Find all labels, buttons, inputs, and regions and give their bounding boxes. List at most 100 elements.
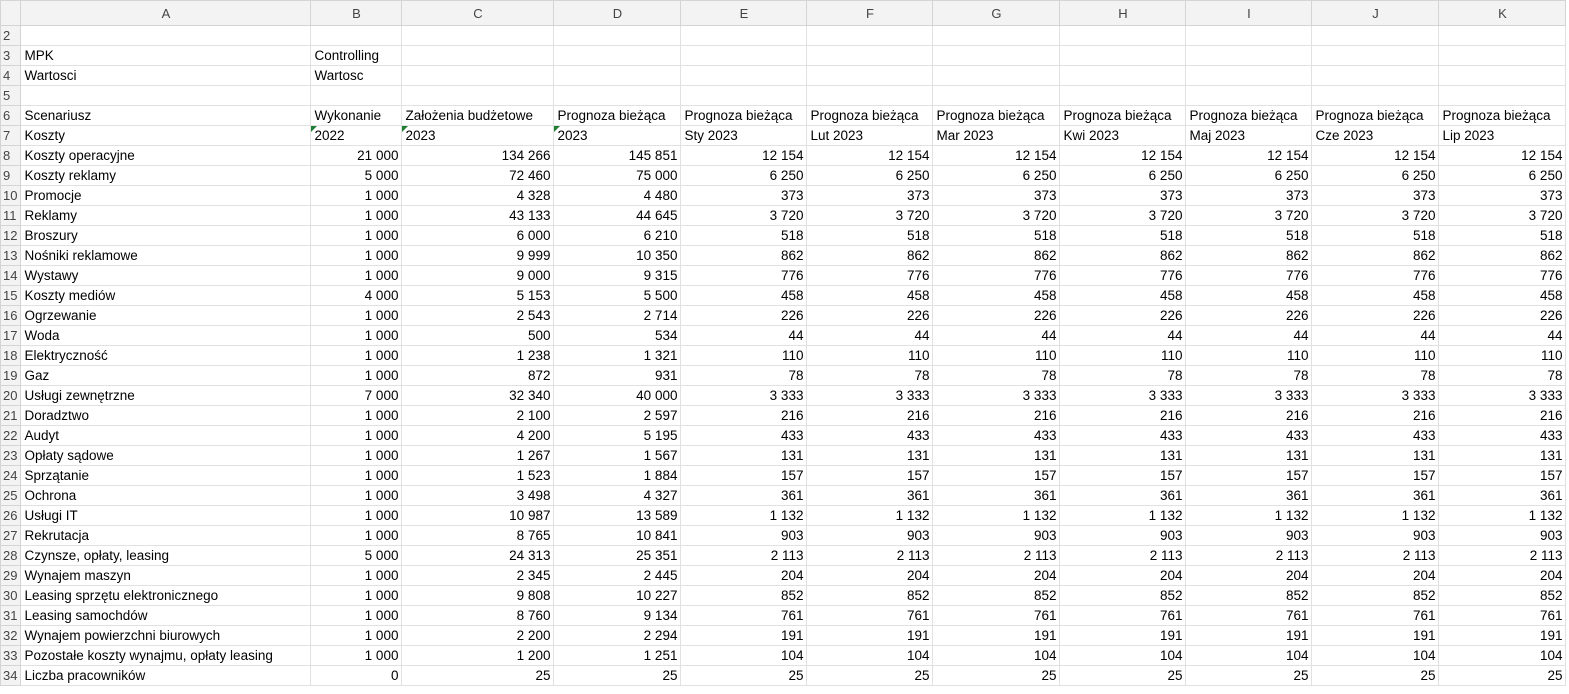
cell-a31[interactable]: Leasing samochdów (20, 605, 312, 626)
cell-j28[interactable]: 2 113 (1311, 545, 1440, 566)
cell-a10[interactable]: Promocje (20, 185, 312, 206)
row-header[interactable]: 3 (0, 45, 22, 66)
cell-d28[interactable]: 25 351 (553, 545, 682, 566)
cell-c23[interactable]: 1 267 (401, 445, 555, 466)
row-header[interactable]: 15 (0, 285, 22, 306)
cell-i29[interactable]: 204 (1185, 565, 1313, 586)
cell-g13[interactable]: 862 (932, 245, 1061, 266)
cell-j8[interactable]: 12 154 (1311, 145, 1440, 166)
cell-f32[interactable]: 191 (806, 625, 934, 646)
cell-d11[interactable]: 44 645 (553, 205, 682, 226)
cell-k6[interactable]: Prognoza bieżąca (1438, 105, 1567, 126)
cell-b7[interactable]: 2022 (310, 125, 403, 146)
cell-c7[interactable]: 2023 (401, 125, 555, 146)
cell-d31[interactable]: 9 134 (553, 605, 682, 626)
cell-h25[interactable]: 361 (1059, 485, 1187, 506)
cell-b32[interactable]: 1 000 (310, 625, 403, 646)
cell-a15[interactable]: Koszty mediów (20, 285, 312, 306)
cell-b14[interactable]: 1 000 (310, 265, 403, 286)
cell-e2[interactable] (680, 25, 808, 46)
row-header[interactable]: 18 (0, 345, 22, 366)
cell-h9[interactable]: 6 250 (1059, 165, 1187, 186)
cell-f17[interactable]: 44 (806, 325, 934, 346)
cell-g6[interactable]: Prognoza bieżąca (932, 105, 1061, 126)
cell-h20[interactable]: 3 333 (1059, 385, 1187, 406)
cell-e15[interactable]: 458 (680, 285, 808, 306)
cell-a3[interactable]: MPK (20, 45, 312, 66)
row-header[interactable]: 20 (0, 385, 22, 406)
cell-d22[interactable]: 5 195 (553, 425, 682, 446)
cell-g17[interactable]: 44 (932, 325, 1061, 346)
cell-k20[interactable]: 3 333 (1438, 385, 1567, 406)
cell-d17[interactable]: 534 (553, 325, 682, 346)
cell-c5[interactable] (401, 85, 555, 106)
cell-k15[interactable]: 458 (1438, 285, 1567, 306)
cell-a13[interactable]: Nośniki reklamowe (20, 245, 312, 266)
row-header[interactable]: 2 (0, 25, 22, 46)
cell-i24[interactable]: 157 (1185, 465, 1313, 486)
cell-k7[interactable]: Lip 2023 (1438, 125, 1567, 146)
cell-f14[interactable]: 776 (806, 265, 934, 286)
cell-g19[interactable]: 78 (932, 365, 1061, 386)
cell-g24[interactable]: 157 (932, 465, 1061, 486)
row-header[interactable]: 33 (0, 645, 22, 666)
cell-c34[interactable]: 25 (401, 665, 555, 686)
cell-g14[interactable]: 776 (932, 265, 1061, 286)
cell-a18[interactable]: Elektryczność (20, 345, 312, 366)
cell-j19[interactable]: 78 (1311, 365, 1440, 386)
cell-c20[interactable]: 32 340 (401, 385, 555, 406)
cell-f11[interactable]: 3 720 (806, 205, 934, 226)
cell-g8[interactable]: 12 154 (932, 145, 1061, 166)
cell-d5[interactable] (553, 85, 682, 106)
cell-c29[interactable]: 2 345 (401, 565, 555, 586)
cell-b25[interactable]: 1 000 (310, 485, 403, 506)
cell-k12[interactable]: 518 (1438, 225, 1567, 246)
cell-f7[interactable]: Lut 2023 (806, 125, 934, 146)
cell-f29[interactable]: 204 (806, 565, 934, 586)
cell-d32[interactable]: 2 294 (553, 625, 682, 646)
cell-e33[interactable]: 104 (680, 645, 808, 666)
cell-a25[interactable]: Ochrona (20, 485, 312, 506)
cell-h26[interactable]: 1 132 (1059, 505, 1187, 526)
cell-b31[interactable]: 1 000 (310, 605, 403, 626)
cell-i19[interactable]: 78 (1185, 365, 1313, 386)
cell-e14[interactable]: 776 (680, 265, 808, 286)
cell-i22[interactable]: 433 (1185, 425, 1313, 446)
cell-c3[interactable] (401, 45, 555, 66)
cell-d24[interactable]: 1 884 (553, 465, 682, 486)
cell-c30[interactable]: 9 808 (401, 585, 555, 606)
cell-j7[interactable]: Cze 2023 (1311, 125, 1440, 146)
cell-e26[interactable]: 1 132 (680, 505, 808, 526)
cell-f31[interactable]: 761 (806, 605, 934, 626)
cell-j13[interactable]: 862 (1311, 245, 1440, 266)
cell-j3[interactable] (1311, 45, 1440, 66)
cell-g21[interactable]: 216 (932, 405, 1061, 426)
column-header-c[interactable]: C (401, 0, 555, 26)
cell-j9[interactable]: 6 250 (1311, 165, 1440, 186)
cell-g33[interactable]: 104 (932, 645, 1061, 666)
cell-h2[interactable] (1059, 25, 1187, 46)
cell-f28[interactable]: 2 113 (806, 545, 934, 566)
column-header-i[interactable]: I (1185, 0, 1313, 26)
cell-h10[interactable]: 373 (1059, 185, 1187, 206)
cell-f6[interactable]: Prognoza bieżąca (806, 105, 934, 126)
cell-b28[interactable]: 5 000 (310, 545, 403, 566)
cell-j23[interactable]: 131 (1311, 445, 1440, 466)
cell-i9[interactable]: 6 250 (1185, 165, 1313, 186)
cell-a22[interactable]: Audyt (20, 425, 312, 446)
cell-d15[interactable]: 5 500 (553, 285, 682, 306)
cell-c19[interactable]: 872 (401, 365, 555, 386)
row-header[interactable]: 11 (0, 205, 22, 226)
row-header[interactable]: 19 (0, 365, 22, 386)
cell-e4[interactable] (680, 65, 808, 86)
cell-d27[interactable]: 10 841 (553, 525, 682, 546)
cell-k31[interactable]: 761 (1438, 605, 1567, 626)
row-header[interactable]: 16 (0, 305, 22, 326)
cell-g22[interactable]: 433 (932, 425, 1061, 446)
cell-b19[interactable]: 1 000 (310, 365, 403, 386)
cell-a8[interactable]: Koszty operacyjne (20, 145, 312, 166)
cell-d13[interactable]: 10 350 (553, 245, 682, 266)
cell-k2[interactable] (1438, 25, 1567, 46)
cell-d26[interactable]: 13 589 (553, 505, 682, 526)
cell-f3[interactable] (806, 45, 934, 66)
